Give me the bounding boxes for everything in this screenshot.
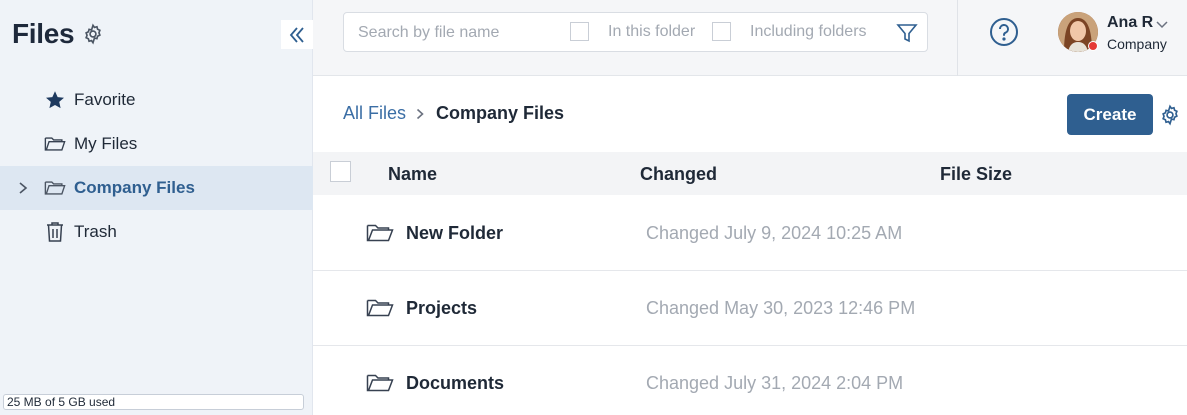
- collapse-sidebar-button[interactable]: [281, 20, 313, 49]
- sidebar-item-favorite[interactable]: Favorite: [0, 78, 313, 122]
- sidebar-header: Files: [12, 18, 104, 50]
- trash-icon: [44, 221, 66, 243]
- in-this-folder-label: In this folder: [608, 23, 696, 40]
- sidebar-item-label: Favorite: [74, 90, 136, 109]
- user-company: Company: [1107, 36, 1167, 52]
- folder-icon: [366, 297, 394, 319]
- table-row[interactable]: Projects Changed May 30, 2023 12:46 PM: [313, 271, 1187, 346]
- row-name[interactable]: Projects: [406, 298, 477, 319]
- chevron-right-icon[interactable]: [16, 179, 30, 197]
- folder-icon: [366, 222, 394, 244]
- search-box: In this folder Including folders: [343, 12, 928, 52]
- row-changed: Changed May 30, 2023 12:46 PM: [646, 298, 916, 318]
- sidebar-item-label: Trash: [74, 222, 117, 241]
- create-button[interactable]: Create: [1067, 94, 1153, 135]
- column-header-file-size[interactable]: File Size: [940, 164, 1012, 185]
- top-bar: In this folder Including folders: [313, 0, 1187, 76]
- sidebar-item-label: Company Files: [74, 178, 195, 197]
- row-changed: Changed July 31, 2024 2:04 PM: [646, 373, 904, 393]
- star-icon: [44, 89, 66, 111]
- storage-usage-bar: 25 MB of 5 GB used: [3, 394, 304, 410]
- gear-icon[interactable]: [1159, 104, 1181, 126]
- folder-icon: [44, 177, 66, 199]
- in-this-folder-checkbox[interactable]: [570, 22, 589, 41]
- table-row[interactable]: New Folder Changed July 9, 2024 10:25 AM: [313, 196, 1187, 271]
- user-menu[interactable]: Ana R Company: [1058, 12, 1183, 54]
- sidebar-item-company-files[interactable]: Company Files: [0, 166, 313, 210]
- row-changed: Changed July 9, 2024 10:25 AM: [646, 223, 903, 243]
- row-name[interactable]: New Folder: [406, 223, 503, 244]
- user-name: Ana R: [1107, 14, 1154, 31]
- sidebar: Files Favorite My Files Company Files Tr…: [0, 0, 313, 415]
- folder-icon: [366, 372, 394, 394]
- sidebar-item-my-files[interactable]: My Files: [0, 122, 313, 166]
- including-folders-label: Including folders: [750, 23, 867, 40]
- folder-icon: [44, 133, 66, 155]
- column-header-name[interactable]: Name: [388, 164, 437, 185]
- gear-icon[interactable]: [82, 23, 104, 45]
- chevron-right-icon: [416, 107, 426, 121]
- search-input[interactable]: [358, 22, 558, 44]
- including-folders-checkbox[interactable]: [712, 22, 731, 41]
- breadcrumb-current: Company Files: [436, 103, 565, 123]
- page-title: Files: [12, 18, 75, 49]
- chevron-down-icon: [1156, 17, 1170, 29]
- online-status-dot: [1088, 41, 1098, 51]
- filter-icon[interactable]: [895, 21, 919, 45]
- column-header-changed[interactable]: Changed: [640, 164, 717, 185]
- table-header: Name Changed File Size: [313, 152, 1187, 195]
- files-app: Files Favorite My Files Company Files Tr…: [0, 0, 1187, 415]
- breadcrumb-all-files[interactable]: All Files: [343, 103, 406, 124]
- divider: [957, 0, 958, 76]
- sidebar-nav: Favorite My Files Company Files Trash: [0, 78, 313, 254]
- sidebar-item-trash[interactable]: Trash: [0, 210, 313, 254]
- table-row[interactable]: Documents Changed July 31, 2024 2:04 PM: [313, 346, 1187, 415]
- row-name[interactable]: Documents: [406, 373, 504, 394]
- help-icon[interactable]: [989, 17, 1019, 47]
- breadcrumb: All Files Company Files: [343, 103, 564, 124]
- sidebar-item-label: My Files: [74, 134, 138, 153]
- double-chevron-left-icon: [289, 26, 304, 43]
- select-all-checkbox[interactable]: [330, 161, 351, 182]
